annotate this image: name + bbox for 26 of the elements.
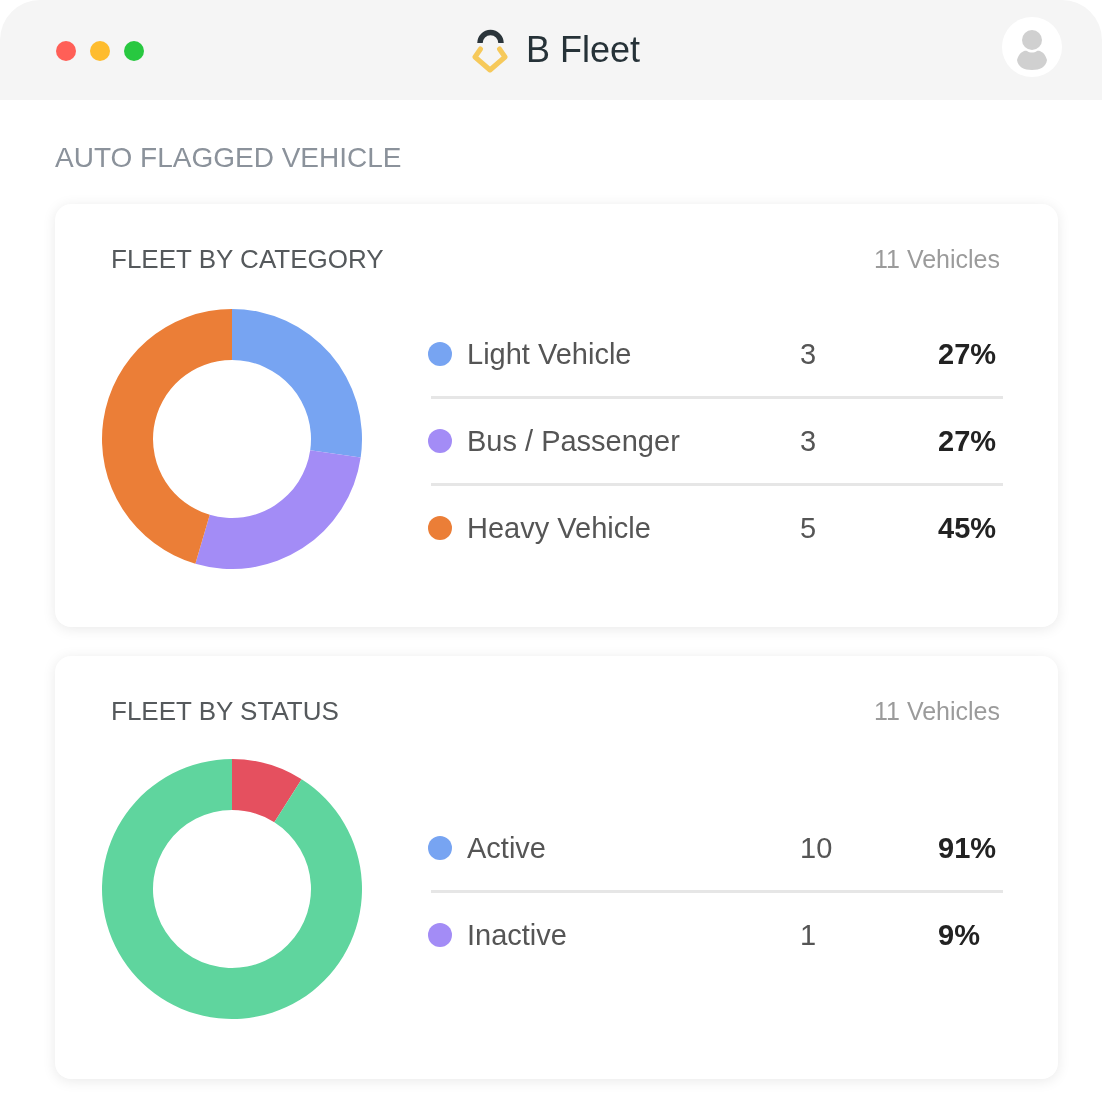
vehicle-count: 1 xyxy=(800,918,817,952)
vehicle-count: 3 xyxy=(800,424,817,458)
vehicle-count: 5 xyxy=(800,511,817,545)
vehicle-percent: 27% xyxy=(938,424,997,458)
legend-label: Light Vehicle xyxy=(467,337,632,371)
vehicle-count: 3 xyxy=(800,337,817,371)
vehicle-percent: 27% xyxy=(938,337,997,371)
legend-label: Heavy Vehicle xyxy=(467,511,651,545)
close-window-icon[interactable] xyxy=(56,41,76,61)
maximize-window-icon[interactable] xyxy=(124,41,144,61)
vehicle-total: 11 Vehicles xyxy=(874,696,1000,726)
section-title: AUTO FLAGGED VEHICLE xyxy=(55,142,402,174)
vehicle-percent: 45% xyxy=(938,511,997,545)
vehicle-percent: 9% xyxy=(938,918,980,952)
vehicle-count: 10 xyxy=(800,831,833,865)
app-title: B Fleet xyxy=(525,29,640,71)
vehicle-percent: 91% xyxy=(938,831,997,865)
card-title: FLEET BY CATEGORY xyxy=(111,244,384,274)
minimize-window-icon[interactable] xyxy=(90,41,110,61)
vehicle-total: 11 Vehicles xyxy=(874,244,1000,274)
legend-label: Active xyxy=(467,831,546,865)
card-title: FLEET BY STATUS xyxy=(111,696,339,726)
legend-label: Bus / Passenger xyxy=(467,424,680,458)
user-avatar-icon[interactable] xyxy=(1002,17,1062,77)
logo-icon xyxy=(471,27,508,73)
legend-label: Inactive xyxy=(467,918,567,952)
